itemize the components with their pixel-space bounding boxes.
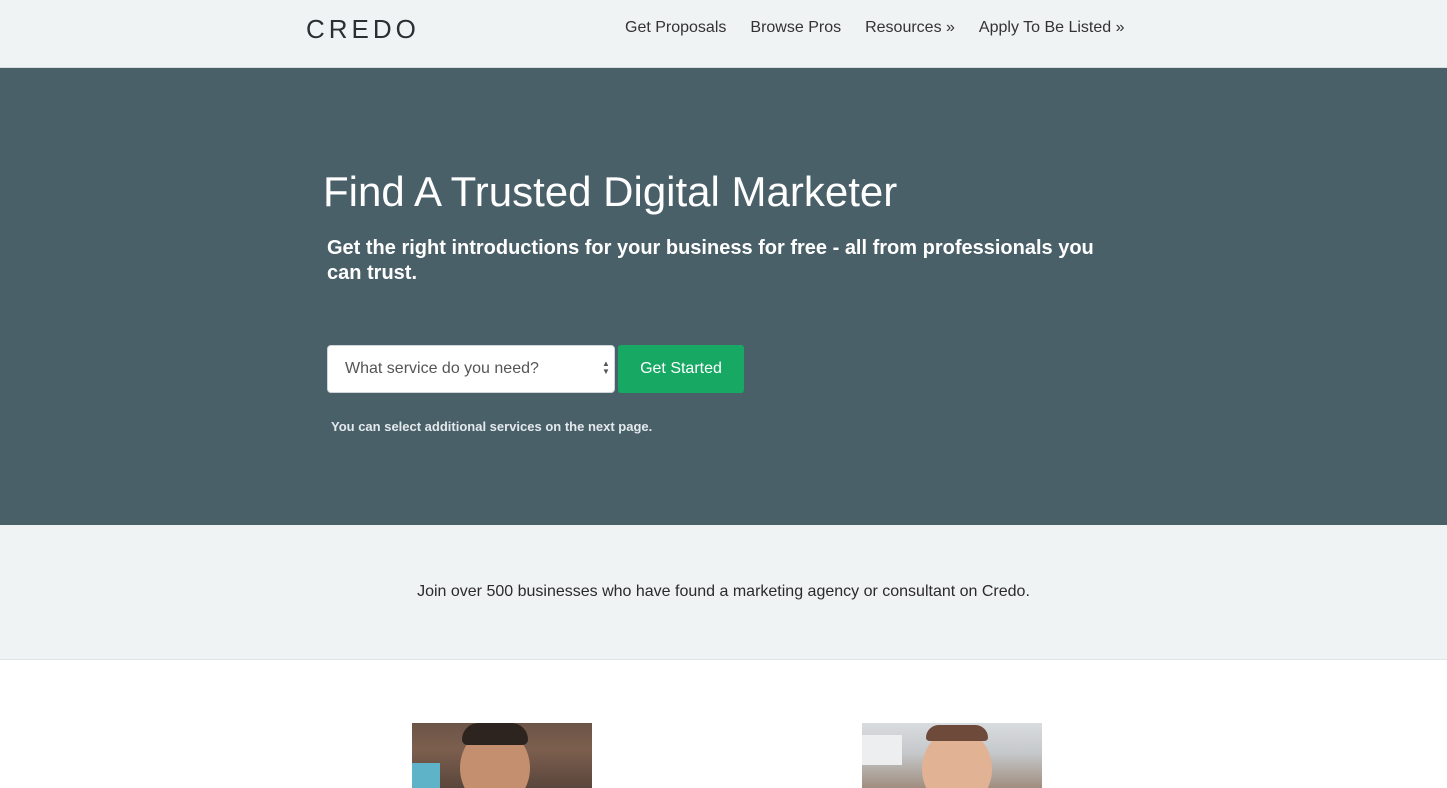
credo-logo[interactable]: CREDO xyxy=(306,14,420,45)
get-started-button[interactable]: Get Started xyxy=(618,345,744,393)
select-arrows-icon: ▲ ▼ xyxy=(602,359,610,376)
services-hint: You can select additional services on th… xyxy=(331,419,653,434)
monitor-graphic xyxy=(412,763,440,788)
pro-photo[interactable] xyxy=(412,723,592,788)
building-graphic xyxy=(862,735,902,765)
nav-resources[interactable]: Resources » xyxy=(865,19,955,37)
service-select[interactable]: What service do you need? ▲ ▼ xyxy=(327,345,615,393)
hero-subtitle: Get the right introductions for your bus… xyxy=(327,237,1094,284)
nav-browse-pros[interactable]: Browse Pros xyxy=(750,19,841,37)
nav-apply-to-be-listed[interactable]: Apply To Be Listed » xyxy=(979,19,1125,37)
social-proof-band: Join over 500 businesses who have found … xyxy=(0,525,1447,660)
person-hair xyxy=(926,725,988,741)
main-nav: Get Proposals Browse Pros Resources » Ap… xyxy=(625,19,1149,37)
hero-title: Find A Trusted Digital Marketer xyxy=(323,168,898,215)
social-proof-text: Join over 500 businesses who have found … xyxy=(417,583,1030,600)
service-select-placeholder: What service do you need? xyxy=(345,360,539,377)
pro-photo[interactable] xyxy=(862,723,1042,788)
person-hair xyxy=(462,723,528,745)
top-navigation-bar: CREDO Get Proposals Browse Pros Resource… xyxy=(0,0,1447,68)
hero-section: Find A Trusted Digital Marketer Get the … xyxy=(0,68,1447,525)
nav-get-proposals[interactable]: Get Proposals xyxy=(625,19,726,37)
